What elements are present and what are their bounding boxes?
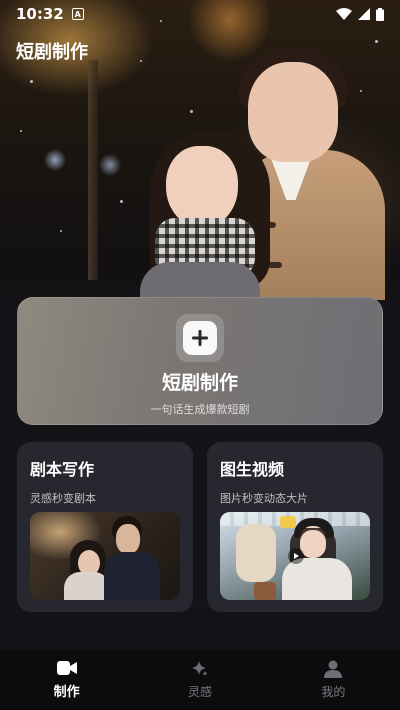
nav-item-make[interactable]: 制作 <box>0 650 133 710</box>
nav-item-mine[interactable]: 我的 <box>267 650 400 710</box>
video-camera-icon <box>56 661 77 675</box>
script-writing-thumbnail <box>30 512 180 600</box>
plus-button[interactable] <box>176 314 224 362</box>
nav-label-mine: 我的 <box>321 685 346 699</box>
script-writing-card[interactable]: 剧本写作 灵感秒变剧本 <box>17 442 193 612</box>
feature-title: 图生视频 <box>220 460 285 479</box>
street-lamp-pole <box>88 60 98 280</box>
status-time: 10:32 <box>16 5 64 23</box>
wifi-icon <box>336 8 352 20</box>
image-to-video-thumbnail <box>220 512 370 600</box>
create-card-subtitle: 一句话生成爆款短剧 <box>150 403 250 416</box>
sparkle-icon <box>191 661 208 676</box>
page-title: 短剧制作 <box>16 42 88 63</box>
plus-icon <box>192 330 208 346</box>
signal-icon <box>358 8 370 20</box>
create-short-drama-card[interactable]: 短剧制作 一句话生成爆款短剧 <box>17 297 383 425</box>
nav-label-inspiration: 灵感 <box>187 685 212 699</box>
person-icon <box>324 660 343 678</box>
nav-label-make: 制作 <box>53 685 80 700</box>
image-to-video-card[interactable]: 图生视频 图片秒变动态大片 <box>207 442 383 612</box>
play-icon <box>288 548 304 564</box>
notification-a-icon: A <box>71 8 84 20</box>
feature-subtitle: 图片秒变动态大片 <box>220 492 308 505</box>
battery-icon <box>376 7 384 21</box>
bottom-navigation: 制作 灵感 我的 <box>0 650 400 710</box>
feature-subtitle: 灵感秒变剧本 <box>30 492 96 505</box>
status-bar: 10:32 A <box>0 0 400 28</box>
feature-title: 剧本写作 <box>30 460 95 479</box>
nav-item-inspiration[interactable]: 灵感 <box>133 650 266 710</box>
create-card-title: 短剧制作 <box>161 372 238 394</box>
